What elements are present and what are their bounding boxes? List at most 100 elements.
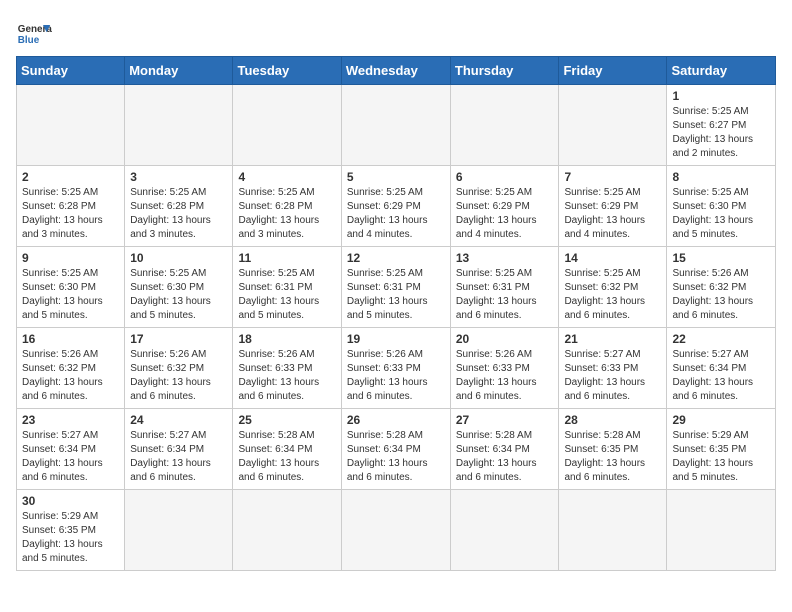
day-number: 14 [564,251,661,265]
calendar-day-cell [17,85,125,166]
day-number: 13 [456,251,554,265]
day-number: 11 [238,251,335,265]
calendar-day-cell [450,490,559,571]
day-info: Sunrise: 5:25 AM Sunset: 6:30 PM Dayligh… [130,267,227,323]
calendar-day-cell: 3Sunrise: 5:25 AM Sunset: 6:28 PM Daylig… [125,166,233,247]
day-info: Sunrise: 5:29 AM Sunset: 6:35 PM Dayligh… [672,429,770,485]
day-number: 28 [564,413,661,427]
logo: General Blue [16,16,52,52]
calendar-day-cell [233,85,341,166]
day-info: Sunrise: 5:26 AM Sunset: 6:32 PM Dayligh… [22,348,119,404]
calendar-week-row: 30Sunrise: 5:29 AM Sunset: 6:35 PM Dayli… [17,490,776,571]
calendar-day-cell: 14 Sunrise: 5:25 AM Sunset: 6:32 PM Dayli… [559,247,667,328]
calendar-day-cell: 30Sunrise: 5:29 AM Sunset: 6:35 PM Dayli… [17,490,125,571]
page-header: General Blue [16,16,776,52]
day-number: 23 [22,413,119,427]
calendar-day-cell [233,490,341,571]
day-info: Sunrise: 5:27 AM Sunset: 6:34 PM Dayligh… [22,429,119,485]
day-of-week-header: Wednesday [341,57,450,85]
day-number: 7 [564,170,661,184]
day-of-week-header: Monday [125,57,233,85]
day-number: 16 [22,332,119,346]
day-number: 6 [456,170,554,184]
calendar-table: SundayMondayTuesdayWednesdayThursdayFrid… [16,56,776,571]
calendar-day-cell: 18Sunrise: 5:26 AM Sunset: 6:33 PM Dayli… [233,328,341,409]
day-number: 5 [347,170,445,184]
day-info: Sunrise: 5:27 AM Sunset: 6:33 PM Dayligh… [564,348,661,404]
calendar-day-cell [341,85,450,166]
day-number: 10 [130,251,227,265]
day-number: 25 [238,413,335,427]
day-number: 18 [238,332,335,346]
calendar-week-row: 1 Sunrise: 5:25 AM Sunset: 6:27 PM Daylig… [17,85,776,166]
day-info: Sunrise: 5:25 AM Sunset: 6:32 PM Dayligh… [564,267,661,323]
day-of-week-header: Thursday [450,57,559,85]
day-number: 15 [672,251,770,265]
calendar-day-cell: 19 Sunrise: 5:26 AM Sunset: 6:33 PM Dayli… [341,328,450,409]
calendar-day-cell [559,85,667,166]
calendar-day-cell: 29 Sunrise: 5:29 AM Sunset: 6:35 PM Dayli… [667,409,776,490]
calendar-header-row: SundayMondayTuesdayWednesdayThursdayFrid… [17,57,776,85]
day-number: 24 [130,413,227,427]
calendar-day-cell: 9 Sunrise: 5:25 AM Sunset: 6:30 PM Daylig… [17,247,125,328]
calendar-day-cell: 6 Sunrise: 5:25 AM Sunset: 6:29 PM Daylig… [450,166,559,247]
day-info: Sunrise: 5:25 AM Sunset: 6:28 PM Dayligh… [22,186,119,242]
day-number: 12 [347,251,445,265]
day-info: Sunrise: 5:25 AM Sunset: 6:31 PM Dayligh… [347,267,445,323]
calendar-day-cell: 17Sunrise: 5:26 AM Sunset: 6:32 PM Dayli… [125,328,233,409]
day-number: 27 [456,413,554,427]
calendar-day-cell [341,490,450,571]
day-number: 4 [238,170,335,184]
day-number: 17 [130,332,227,346]
calendar-week-row: 9 Sunrise: 5:25 AM Sunset: 6:30 PM Daylig… [17,247,776,328]
day-number: 8 [672,170,770,184]
calendar-day-cell: 5 Sunrise: 5:25 AM Sunset: 6:29 PM Daylig… [341,166,450,247]
calendar-day-cell: 22Sunrise: 5:27 AM Sunset: 6:34 PM Dayli… [667,328,776,409]
calendar-day-cell: 26Sunrise: 5:28 AM Sunset: 6:34 PM Dayli… [341,409,450,490]
calendar-day-cell: 1 Sunrise: 5:25 AM Sunset: 6:27 PM Daylig… [667,85,776,166]
generalblue-logo-icon: General Blue [16,16,52,52]
day-number: 9 [22,251,119,265]
calendar-day-cell: 11Sunrise: 5:25 AM Sunset: 6:31 PM Dayli… [233,247,341,328]
day-number: 22 [672,332,770,346]
day-info: Sunrise: 5:28 AM Sunset: 6:35 PM Dayligh… [564,429,661,485]
day-number: 3 [130,170,227,184]
calendar-day-cell [667,490,776,571]
day-info: Sunrise: 5:26 AM Sunset: 6:33 PM Dayligh… [347,348,445,404]
calendar-day-cell: 25Sunrise: 5:28 AM Sunset: 6:34 PM Dayli… [233,409,341,490]
calendar-day-cell: 24 Sunrise: 5:27 AM Sunset: 6:34 PM Dayli… [125,409,233,490]
day-info: Sunrise: 5:25 AM Sunset: 6:31 PM Dayligh… [456,267,554,323]
day-info: Sunrise: 5:27 AM Sunset: 6:34 PM Dayligh… [130,429,227,485]
calendar-day-cell: 16 Sunrise: 5:26 AM Sunset: 6:32 PM Dayli… [17,328,125,409]
calendar-day-cell: 12 Sunrise: 5:25 AM Sunset: 6:31 PM Dayli… [341,247,450,328]
calendar-day-cell: 10 Sunrise: 5:25 AM Sunset: 6:30 PM Dayli… [125,247,233,328]
calendar-day-cell: 13 Sunrise: 5:25 AM Sunset: 6:31 PM Dayli… [450,247,559,328]
day-number: 30 [22,494,119,508]
calendar-day-cell: 20Sunrise: 5:26 AM Sunset: 6:33 PM Dayli… [450,328,559,409]
calendar-day-cell: 23 Sunrise: 5:27 AM Sunset: 6:34 PM Dayli… [17,409,125,490]
day-info: Sunrise: 5:25 AM Sunset: 6:30 PM Dayligh… [672,186,770,242]
day-of-week-header: Saturday [667,57,776,85]
day-number: 2 [22,170,119,184]
day-info: Sunrise: 5:25 AM Sunset: 6:28 PM Dayligh… [238,186,335,242]
calendar-day-cell [450,85,559,166]
day-info: Sunrise: 5:28 AM Sunset: 6:34 PM Dayligh… [347,429,445,485]
day-number: 20 [456,332,554,346]
day-number: 19 [347,332,445,346]
day-of-week-header: Friday [559,57,667,85]
day-info: Sunrise: 5:25 AM Sunset: 6:30 PM Dayligh… [22,267,119,323]
calendar-day-cell: 21Sunrise: 5:27 AM Sunset: 6:33 PM Dayli… [559,328,667,409]
calendar-day-cell: 8 Sunrise: 5:25 AM Sunset: 6:30 PM Daylig… [667,166,776,247]
calendar-week-row: 16 Sunrise: 5:26 AM Sunset: 6:32 PM Dayli… [17,328,776,409]
calendar-day-cell [559,490,667,571]
day-number: 1 [672,89,770,103]
calendar-day-cell: 4 Sunrise: 5:25 AM Sunset: 6:28 PM Daylig… [233,166,341,247]
day-info: Sunrise: 5:25 AM Sunset: 6:29 PM Dayligh… [456,186,554,242]
day-info: Sunrise: 5:25 AM Sunset: 6:27 PM Dayligh… [672,105,770,161]
calendar-day-cell: 28 Sunrise: 5:28 AM Sunset: 6:35 PM Dayli… [559,409,667,490]
calendar-week-row: 23 Sunrise: 5:27 AM Sunset: 6:34 PM Dayli… [17,409,776,490]
calendar-week-row: 2 Sunrise: 5:25 AM Sunset: 6:28 PM Daylig… [17,166,776,247]
day-number: 29 [672,413,770,427]
day-info: Sunrise: 5:25 AM Sunset: 6:29 PM Dayligh… [347,186,445,242]
calendar-day-cell: 7Sunrise: 5:25 AM Sunset: 6:29 PM Daylig… [559,166,667,247]
